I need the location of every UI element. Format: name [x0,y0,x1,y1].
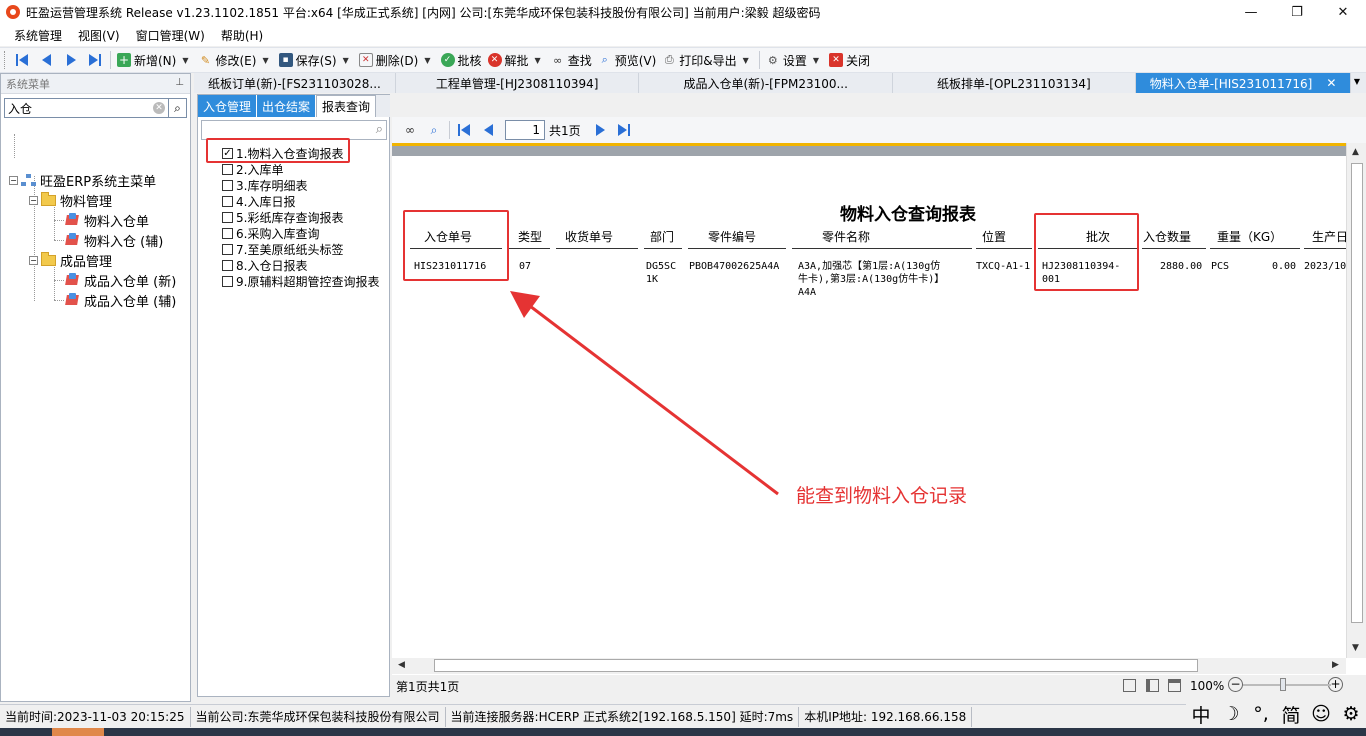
ime-simplified[interactable]: 简 [1276,701,1306,728]
ime-punctuation[interactable]: °, [1246,703,1276,725]
status-time: 当前时间:2023-11-03 20:15:25 [0,706,191,727]
status-ip: 本机IP地址: 192.168.66.158 [799,706,973,727]
ime-emoji-icon[interactable]: ☺ [1306,703,1336,725]
status-bar: 当前时间:2023-11-03 20:15:25 当前公司:东莞华成环保包装科技… [0,704,1366,728]
taskbar [0,728,1366,736]
status-company: 当前公司:东莞华成环保包装科技股份有限公司 [191,706,446,727]
taskbar-active-app[interactable] [52,728,104,736]
ime-toolbar: 中 ☽ °, 简 ☺ ⚙ [1186,700,1366,728]
annotation-arrow [510,291,779,496]
ime-chinese-mode[interactable]: 中 [1186,701,1216,728]
ime-settings-icon[interactable]: ⚙ [1336,703,1366,725]
ime-moon-icon[interactable]: ☽ [1216,703,1246,725]
annotation-text: 能查到物料入仓记录 [796,485,968,507]
status-server: 当前连接服务器:HCERP 正式系统2[192.168.5.150] 延时:7m… [446,706,800,727]
